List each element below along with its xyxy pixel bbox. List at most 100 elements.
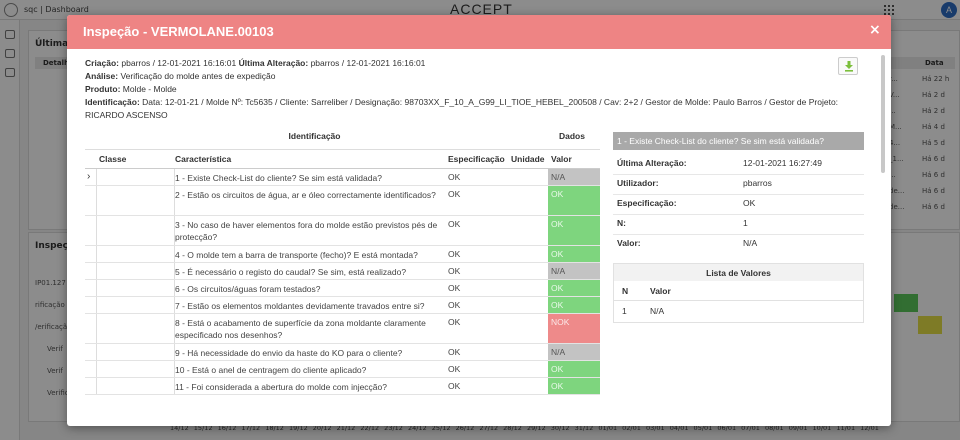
- analysis-label: Análise:: [85, 71, 119, 81]
- creation-value: pbarros / 12-01-2021 16:16:01: [121, 58, 237, 68]
- analysis-value: Verificação do molde antes de expedição: [120, 71, 276, 81]
- row-characteristic: 9 - Há necessidade do envio da haste do …: [175, 348, 403, 358]
- table-column-header: Classe Característica Especificação Unid…: [85, 150, 600, 169]
- table-row[interactable]: 8 - Está o acabamento de superfície da z…: [85, 314, 600, 344]
- row-selector[interactable]: ›: [85, 169, 97, 185]
- meta-line-product: Produto: Molde - Molde: [85, 83, 845, 96]
- values-list: Lista de Valores N Valor 1 N/A: [613, 263, 864, 323]
- col-class[interactable]: Classe: [99, 154, 126, 164]
- detail-n-value: 1: [743, 218, 748, 228]
- group-data: Dados: [559, 131, 585, 141]
- row-value[interactable]: N/A: [548, 344, 600, 360]
- row-specification: OK: [448, 347, 461, 357]
- modal-title: Inspeção - VERMOLANE.00103: [83, 24, 274, 39]
- values-row-value: N/A: [650, 306, 665, 316]
- row-specification: OK: [448, 300, 461, 310]
- values-list-row[interactable]: 1 N/A: [614, 301, 863, 321]
- identification-value: Data: 12-01-21 / Molde Nº: Tc5635 / Clie…: [85, 97, 839, 120]
- row-selector[interactable]: [85, 344, 97, 360]
- table-row[interactable]: 4 - O molde tem a barra de transporte (f…: [85, 246, 600, 263]
- table-row[interactable]: 5 - É necessário o registo do caudal? Se…: [85, 263, 600, 280]
- table-group-header: Identificação Dados: [85, 124, 600, 150]
- row-class-cell: [97, 314, 175, 343]
- row-value[interactable]: OK: [548, 246, 600, 262]
- modal-scrollbar[interactable]: [881, 55, 885, 173]
- row-value[interactable]: N/A: [548, 263, 600, 279]
- row-value[interactable]: OK: [548, 361, 600, 377]
- row-class-cell: [97, 361, 175, 377]
- row-characteristic: 2 - Estão os circuitos de água, ar e óle…: [175, 190, 436, 200]
- row-characteristic: 3 - No caso de haver elementos fora do m…: [175, 220, 438, 242]
- table-row[interactable]: 3 - No caso de haver elementos fora do m…: [85, 216, 600, 246]
- row-class-cell: [97, 263, 175, 279]
- table-row[interactable]: 7 - Estão os elementos moldantes devidam…: [85, 297, 600, 314]
- col-specification[interactable]: Especificação: [448, 154, 505, 164]
- detail-last-change-value: 12-01-2021 16:27:49: [743, 158, 822, 168]
- row-class-cell: [97, 246, 175, 262]
- detail-spec-label: Especificação:: [617, 198, 677, 208]
- modal-header: Inspeção - VERMOLANE.00103 ×: [67, 15, 891, 49]
- row-value[interactable]: NOK: [548, 314, 600, 343]
- col-characteristic[interactable]: Característica: [175, 154, 231, 164]
- row-selector[interactable]: [85, 361, 97, 377]
- detail-heading: 1 - Existe Check-List do cliente? Se sim…: [613, 132, 864, 150]
- row-specification: OK: [448, 189, 461, 199]
- divider: [613, 234, 864, 235]
- divider: [613, 174, 864, 175]
- row-class-cell: [97, 216, 175, 245]
- row-selector[interactable]: [85, 314, 97, 343]
- row-selector[interactable]: [85, 280, 97, 296]
- row-characteristic: 4 - O molde tem a barra de transporte (f…: [175, 250, 418, 260]
- table-row[interactable]: 9 - Há necessidade do envio da haste do …: [85, 344, 600, 361]
- row-selector[interactable]: [85, 297, 97, 313]
- row-specification: OK: [448, 172, 461, 182]
- product-value: Molde - Molde: [122, 84, 177, 94]
- values-row-n: 1: [622, 306, 627, 316]
- table-row[interactable]: 11 - Foi considerada a abertura do molde…: [85, 378, 600, 395]
- values-list-header: N Valor: [614, 281, 863, 301]
- table-row[interactable]: 2 - Estão os circuitos de água, ar e óle…: [85, 186, 600, 216]
- creation-label: Criação:: [85, 58, 120, 68]
- table-row[interactable]: 6 - Os circuitos/águas foram testados? OK…: [85, 280, 600, 297]
- row-value[interactable]: OK: [548, 216, 600, 245]
- row-value[interactable]: OK: [548, 378, 600, 394]
- divider: [613, 194, 864, 195]
- download-icon: [845, 61, 853, 72]
- table-row[interactable]: 10 - Está o anel de centragem do cliente…: [85, 361, 600, 378]
- row-specification: OK: [448, 364, 461, 374]
- divider: [613, 214, 864, 215]
- last-change-value: pbarros / 12-01-2021 16:16:01: [310, 58, 426, 68]
- detail-last-change-label: Última Alteração:: [617, 158, 687, 168]
- group-identification: Identificação: [288, 131, 341, 141]
- row-class-cell: [97, 297, 175, 313]
- detail-value-label: Valor:: [617, 238, 641, 248]
- close-button[interactable]: ×: [869, 22, 881, 38]
- row-specification: OK: [448, 219, 461, 229]
- row-specification: OK: [448, 317, 461, 327]
- row-characteristic: 11 - Foi considerada a abertura do molde…: [175, 382, 387, 392]
- row-specification: OK: [448, 283, 461, 293]
- values-col-n: N: [622, 286, 629, 296]
- col-unit[interactable]: Unidade: [511, 154, 545, 164]
- download-button[interactable]: [838, 57, 858, 75]
- row-class-cell: [97, 186, 175, 215]
- meta-line-identification: Identificação: Data: 12-01-21 / Molde Nº…: [85, 96, 845, 122]
- row-value[interactable]: OK: [548, 297, 600, 313]
- row-selector[interactable]: [85, 378, 97, 394]
- meta-line-creation: Criação: pbarros / 12-01-2021 16:16:01 Ú…: [85, 57, 845, 70]
- row-value[interactable]: OK: [548, 186, 600, 215]
- row-value[interactable]: N/A: [548, 169, 600, 185]
- row-value[interactable]: OK: [548, 280, 600, 296]
- row-selector[interactable]: [85, 186, 97, 215]
- row-class-cell: [97, 344, 175, 360]
- row-selector[interactable]: [85, 246, 97, 262]
- detail-n-label: N:: [617, 218, 626, 228]
- row-characteristic: 1 - Existe Check-List do cliente? Se sim…: [175, 173, 382, 183]
- detail-user-label: Utilizador:: [617, 178, 659, 188]
- col-value[interactable]: Valor: [551, 154, 572, 164]
- row-selector[interactable]: [85, 216, 97, 245]
- last-change-label: Última Alteração:: [238, 58, 309, 68]
- row-selector[interactable]: [85, 263, 97, 279]
- row-specification: OK: [448, 381, 461, 391]
- table-row[interactable]: › 1 - Existe Check-List do cliente? Se si…: [85, 169, 600, 186]
